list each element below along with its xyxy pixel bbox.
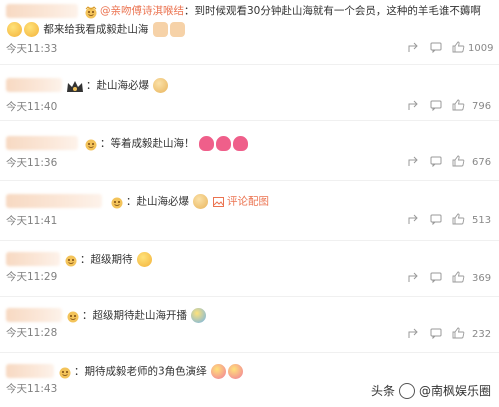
- thumbs-up-icon[interactable]: [452, 271, 465, 283]
- username-blurred[interactable]: [6, 136, 78, 150]
- comment-divider: [0, 120, 499, 121]
- love-eyes-emoji-icon: [211, 364, 227, 379]
- comment-time: 今天11:43: [6, 383, 58, 395]
- comment-body: ：超级期待: [80, 253, 133, 266]
- share-icon[interactable]: [408, 214, 419, 225]
- share-icon[interactable]: [408, 156, 419, 167]
- comment-body: ：到时候观看30分钟赴山海就有一个会员，这种的羊毛谁不薅啊: [184, 5, 481, 17]
- comment-body: ：赴山海必爆: [86, 79, 149, 92]
- like-count: 232: [472, 329, 492, 340]
- doge-emoji-icon: [193, 194, 209, 209]
- username-blurred[interactable]: [6, 252, 60, 266]
- comment-divider: [0, 240, 499, 241]
- watermark-prefix: 头条: [370, 384, 395, 398]
- comment-divider: [0, 352, 499, 353]
- comment-time: 今天11:36: [6, 157, 58, 169]
- yeah-hand-emoji-icon: [152, 22, 168, 37]
- comment-icon[interactable]: [430, 42, 442, 53]
- like-count: 513: [472, 215, 492, 226]
- comment-text: ：赴山海必爆: [86, 78, 169, 93]
- share-icon[interactable]: [408, 328, 419, 339]
- like-count: 1009: [468, 43, 494, 54]
- username-blurred[interactable]: [6, 4, 78, 18]
- comment-time: 今天11:40: [6, 101, 58, 113]
- comment-text: ：期待成毅老师的3角色演绎: [74, 364, 244, 379]
- like-count: 676: [472, 157, 492, 168]
- comment-icon[interactable]: [430, 214, 442, 225]
- thumbs-up-icon[interactable]: [452, 41, 465, 53]
- username-blurred[interactable]: [6, 308, 62, 322]
- mention-link[interactable]: @亲吻傅诗淇喉结: [100, 5, 184, 17]
- doge-emoji-icon: [153, 78, 169, 93]
- comment-time: 今天11:33: [6, 43, 58, 55]
- comment-text: @亲吻傅诗淇喉结：到时候观看30分钟赴山海就有一个会员，这种的羊毛谁不薅啊: [100, 4, 481, 18]
- username-blurred[interactable]: [6, 78, 62, 92]
- crying-emoji-icon: [191, 308, 207, 323]
- watermark-logo-icon: [398, 382, 415, 399]
- comment-divider: [0, 64, 499, 65]
- heart-emoji-icon: [215, 136, 231, 151]
- share-icon[interactable]: [408, 272, 419, 283]
- thumbs-up-icon[interactable]: [452, 327, 465, 339]
- smile-badge-icon: [64, 252, 78, 271]
- smile-emoji-icon: [7, 22, 22, 37]
- crown-badge-icon: [84, 4, 98, 23]
- comment-time: 今天11:28: [6, 327, 58, 339]
- comment-body: ：超级期待赴山海开播: [82, 309, 187, 322]
- watermark-handle: @南枫娱乐圈: [418, 384, 491, 398]
- comment-icon[interactable]: [430, 272, 442, 283]
- comment-time: 今天11:41: [6, 215, 58, 227]
- share-icon[interactable]: [408, 100, 419, 111]
- comment-text: ：赴山海必爆 评论配图: [126, 194, 269, 209]
- comment-divider: [0, 296, 499, 297]
- like-count: 796: [472, 101, 492, 112]
- comment-text: ：超级期待赴山海开播: [82, 308, 207, 323]
- like-count: 369: [472, 273, 492, 284]
- comment-body: ：期待成毅老师的3角色演绎: [74, 365, 207, 378]
- comment-icon[interactable]: [430, 156, 442, 167]
- comment-body: ：等着成毅赴山海！: [100, 137, 195, 150]
- smile-badge-icon: [66, 308, 80, 327]
- comment-body: ：赴山海必爆: [126, 195, 189, 208]
- image-attachment-link[interactable]: 评论配图: [227, 196, 269, 208]
- comment-icon[interactable]: [430, 328, 442, 339]
- watermark: 头条 @南枫娱乐圈: [371, 382, 491, 399]
- crown-badge-icon: [66, 78, 84, 97]
- comment-divider: [0, 180, 499, 181]
- username-blurred[interactable]: [6, 364, 54, 378]
- smile-badge-icon: [58, 364, 72, 383]
- comment-text: ：等着成毅赴山海！: [100, 136, 249, 151]
- comment-text: ：超级期待: [80, 252, 153, 267]
- love-eyes-emoji-icon: [228, 364, 244, 379]
- image-icon[interactable]: [212, 196, 224, 207]
- comment-text-line2: 都来给我看成毅赴山海: [6, 22, 186, 37]
- thumbs-up-icon[interactable]: [452, 99, 465, 111]
- heart-emoji-icon: [232, 136, 248, 151]
- smile-badge-icon: [110, 194, 124, 213]
- comment-time: 今天11:29: [6, 271, 58, 283]
- smile-badge-icon: [84, 136, 98, 155]
- rock-hand-emoji-icon: [169, 22, 185, 37]
- thumbs-up-icon[interactable]: [452, 155, 465, 167]
- comment-body-line2: 都来给我看成毅赴山海: [43, 23, 149, 36]
- wow-emoji-icon: [136, 252, 152, 267]
- thumbs-up-icon[interactable]: [452, 213, 465, 225]
- heart-emoji-icon: [198, 136, 214, 151]
- share-icon[interactable]: [408, 42, 419, 53]
- username-blurred[interactable]: [6, 194, 102, 208]
- grin-emoji-icon: [24, 22, 39, 37]
- comment-icon[interactable]: [430, 100, 442, 111]
